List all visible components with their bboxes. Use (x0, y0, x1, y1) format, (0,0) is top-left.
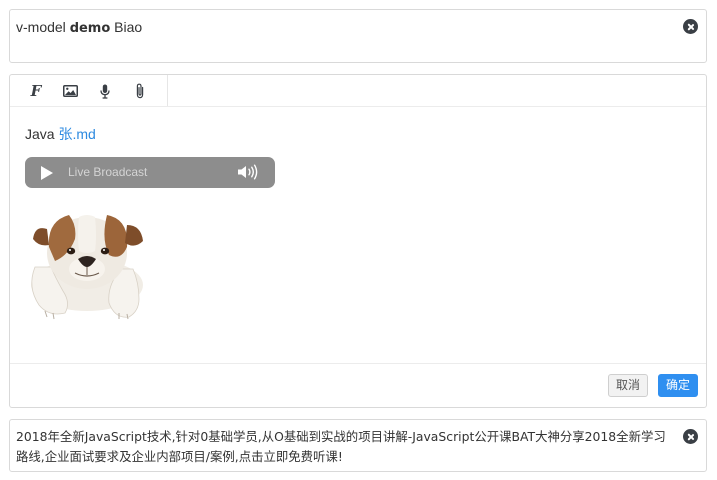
rich-text-editor: F Java 张.md Live Broadcast 取消 确定 (9, 74, 707, 408)
content-text-line: Java 张.md (25, 125, 96, 143)
editor-toolbar: F (10, 75, 168, 106)
top-text-input[interactable]: v-model demo Biao (9, 9, 707, 63)
value-bold: demo (69, 21, 111, 36)
java-text: Java (25, 126, 59, 142)
value-suffix: Biao (110, 19, 143, 35)
image-icon[interactable] (60, 81, 80, 101)
bottom-textarea[interactable]: 2018年全新JavaScript技术,针对0基础学员,从O基础到实战的项目讲解… (9, 419, 707, 472)
volume-icon[interactable] (237, 164, 259, 185)
file-link[interactable]: 张.md (58, 126, 95, 142)
editor-content[interactable]: Java 张.md Live Broadcast (25, 125, 275, 320)
clear-icon[interactable] (683, 429, 698, 444)
toolbar-divider (10, 106, 706, 107)
audio-label: Live Broadcast (68, 165, 148, 179)
value-prefix: v-model (16, 19, 70, 35)
top-input-value: v-model demo Biao (16, 18, 142, 38)
bulldog-puppy-image (25, 207, 147, 322)
play-icon[interactable] (41, 166, 53, 180)
cancel-button[interactable]: 取消 (608, 374, 648, 397)
footer-divider (10, 363, 706, 364)
microphone-icon[interactable] (95, 81, 115, 101)
font-icon[interactable]: F (26, 81, 46, 101)
bottom-textarea-value: 2018年全新JavaScript技术,针对0基础学员,从O基础到实战的项目讲解… (16, 429, 666, 464)
audio-player: Live Broadcast (25, 157, 275, 188)
paperclip-icon[interactable] (130, 81, 150, 101)
confirm-button[interactable]: 确定 (658, 374, 698, 397)
clear-icon[interactable] (683, 19, 698, 34)
